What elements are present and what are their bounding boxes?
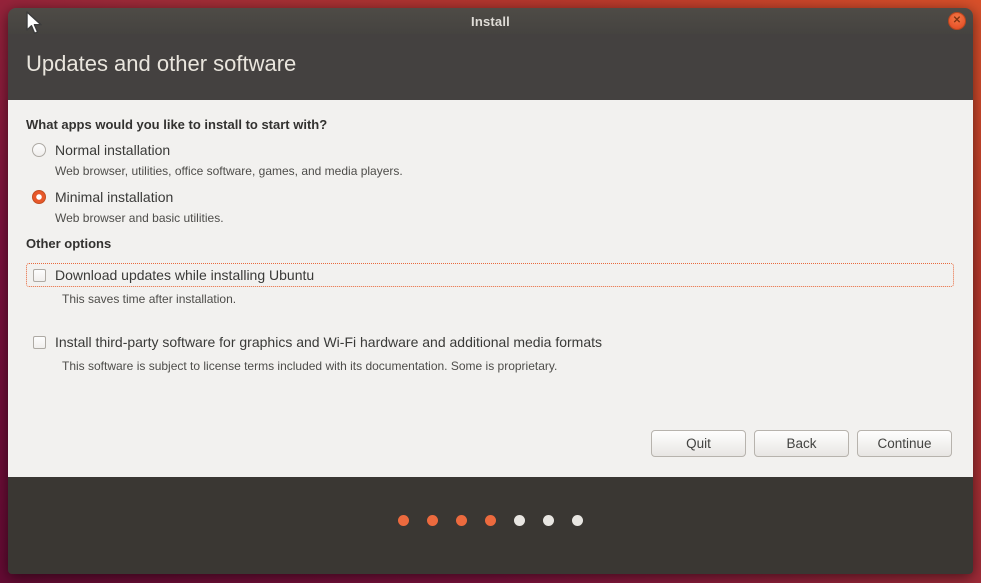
- checkbox-row-third-party-software[interactable]: Install third-party software for graphic…: [26, 330, 954, 354]
- desktop: { "window": { "title": "Install", "close…: [0, 0, 981, 583]
- back-button[interactable]: Back: [754, 430, 849, 457]
- progress-dot-pending: [514, 515, 525, 526]
- page-title: Updates and other software: [26, 51, 296, 77]
- titlebar: Install ✕: [8, 8, 973, 34]
- checkbox-description: This saves time after installation.: [62, 292, 955, 306]
- progress-dot-completed: [427, 515, 438, 526]
- checkbox-description: This software is subject to license term…: [62, 359, 955, 373]
- radio-row-minimal-installation[interactable]: Minimal installation: [32, 189, 955, 205]
- window-title: Install: [471, 14, 510, 29]
- other-options-heading: Other options: [26, 236, 955, 251]
- radio-description: Web browser, utilities, office software,…: [55, 164, 955, 178]
- progress-dot-pending: [543, 515, 554, 526]
- progress-dots: [398, 515, 583, 526]
- radio-description: Web browser and basic utilities.: [55, 211, 955, 225]
- progress-dot-completed: [456, 515, 467, 526]
- continue-button[interactable]: Continue: [857, 430, 952, 457]
- page-header: Updates and other software: [8, 34, 973, 100]
- main-content: What apps would you like to install to s…: [8, 100, 973, 477]
- progress-dot-completed: [398, 515, 409, 526]
- checkbox-third-party-software[interactable]: [33, 336, 46, 349]
- checkbox-label[interactable]: Download updates while installing Ubuntu: [55, 267, 314, 283]
- installer-window: Install ✕ Updates and other software Wha…: [8, 8, 973, 574]
- progress-dot-completed: [485, 515, 496, 526]
- close-button[interactable]: ✕: [948, 12, 966, 30]
- dialog-buttons: Quit Back Continue: [651, 430, 952, 457]
- quit-button[interactable]: Quit: [651, 430, 746, 457]
- close-icon: ✕: [953, 15, 961, 26]
- checkbox-label[interactable]: Install third-party software for graphic…: [55, 334, 602, 350]
- radio-minimal-installation[interactable]: [32, 190, 46, 204]
- progress-dot-pending: [572, 515, 583, 526]
- radio-label[interactable]: Normal installation: [55, 142, 170, 158]
- checkbox-download-updates[interactable]: [33, 269, 46, 282]
- progress-footer: [8, 477, 973, 574]
- radio-row-normal-installation[interactable]: Normal installation: [32, 142, 955, 158]
- checkbox-row-download-updates[interactable]: Download updates while installing Ubuntu: [26, 263, 954, 287]
- radio-normal-installation[interactable]: [32, 143, 46, 157]
- radio-label[interactable]: Minimal installation: [55, 189, 173, 205]
- apps-section-heading: What apps would you like to install to s…: [26, 117, 955, 132]
